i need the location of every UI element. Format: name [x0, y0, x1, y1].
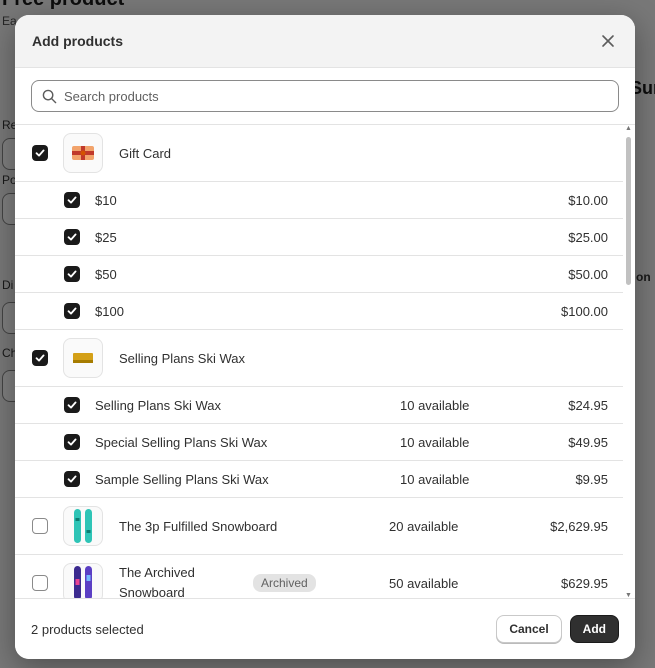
variant-title: $50	[95, 266, 117, 282]
search-bar	[15, 68, 635, 125]
product-checkbox[interactable]	[32, 145, 48, 161]
snowboard-thumbnail	[63, 506, 103, 546]
search-box[interactable]	[31, 80, 619, 112]
product-price: $2,629.95	[550, 518, 608, 534]
variant-title: Special Selling Plans Ski Wax	[95, 434, 268, 450]
variant-checkbox[interactable]	[64, 192, 80, 208]
variant-title: $100	[95, 303, 124, 319]
variant-checkbox[interactable]	[64, 303, 80, 319]
scroll-up-icon[interactable]: ▲	[625, 125, 632, 132]
variant-row[interactable]: Selling Plans Ski Wax 10 available $24.9…	[15, 387, 623, 424]
checkmark-icon	[35, 149, 45, 157]
ski-wax-thumbnail	[63, 338, 103, 378]
selected-count: 2 products selected	[31, 621, 144, 637]
add-products-modal: Add products Gift Card $10 $10.00	[15, 15, 635, 659]
product-checkbox[interactable]	[32, 518, 48, 534]
add-button[interactable]: Add	[569, 615, 619, 643]
variant-availability: 10 available	[400, 471, 470, 487]
variant-availability: 10 available	[400, 397, 470, 413]
variant-checkbox[interactable]	[64, 434, 80, 450]
variant-checkbox[interactable]	[64, 471, 80, 487]
close-button[interactable]	[598, 31, 618, 51]
product-price: $629.95	[561, 575, 608, 591]
product-title: The Archived Snowboard	[119, 565, 195, 599]
variant-price: $49.95	[568, 434, 608, 450]
variant-row[interactable]: $10 $10.00	[15, 182, 623, 219]
archived-badge: Archived	[253, 574, 316, 592]
modal-header: Add products	[15, 15, 635, 68]
variant-price: $24.95	[568, 397, 608, 413]
variant-price: $10.00	[568, 192, 608, 208]
variant-title: $25	[95, 229, 117, 245]
gift-card-thumbnail	[63, 133, 103, 173]
scrollbar-thumb[interactable]	[626, 137, 631, 285]
variant-checkbox[interactable]	[64, 397, 80, 413]
variant-availability: 10 available	[400, 434, 470, 450]
search-icon	[42, 89, 57, 103]
checkmark-icon	[67, 475, 77, 483]
variant-title: Selling Plans Ski Wax	[95, 397, 221, 413]
product-availability: 20 available	[389, 518, 459, 534]
product-title: Gift Card	[119, 145, 172, 161]
snowboard-teal-image	[74, 509, 92, 543]
checkmark-icon	[67, 307, 77, 315]
variant-checkbox[interactable]	[64, 266, 80, 282]
product-list: Gift Card $10 $10.00 $25 $25.00 $50 $50.…	[15, 125, 623, 599]
variant-price: $50.00	[568, 266, 608, 282]
checkmark-icon	[67, 270, 77, 278]
modal-title: Add products	[32, 33, 123, 49]
variant-row[interactable]: Sample Selling Plans Ski Wax 10 availabl…	[15, 461, 623, 498]
product-row[interactable]: Selling Plans Ski Wax	[15, 330, 623, 387]
variant-row[interactable]: $50 $50.00	[15, 256, 623, 293]
snowboard-thumbnail	[63, 563, 103, 599]
product-row[interactable]: Gift Card	[15, 125, 623, 182]
variant-checkbox[interactable]	[64, 229, 80, 245]
product-availability: 50 available	[389, 575, 459, 591]
list-scrollbar[interactable]: ▲ ▼	[624, 125, 633, 599]
cancel-button[interactable]: Cancel	[496, 615, 562, 643]
variant-row[interactable]: $25 $25.00	[15, 219, 623, 256]
variant-price: $25.00	[568, 229, 608, 245]
variant-row[interactable]: $100 $100.00	[15, 293, 623, 330]
product-checkbox[interactable]	[32, 350, 48, 366]
gift-card-image	[72, 146, 94, 160]
variant-title: $10	[95, 192, 117, 208]
checkmark-icon	[67, 401, 77, 409]
variant-price: $100.00	[561, 303, 608, 319]
product-row[interactable]: The Archived Snowboard Archived 50 avail…	[15, 555, 623, 599]
product-checkbox[interactable]	[32, 575, 48, 591]
ski-wax-image	[73, 353, 93, 363]
variant-price: $9.95	[575, 471, 608, 487]
checkmark-icon	[67, 196, 77, 204]
variant-title: Sample Selling Plans Ski Wax	[95, 471, 269, 487]
checkmark-icon	[67, 233, 77, 241]
product-row[interactable]: The 3p Fulfilled Snowboard 20 available …	[15, 498, 623, 555]
snowboard-purple-image	[74, 566, 92, 599]
variant-row[interactable]: Special Selling Plans Ski Wax 10 availab…	[15, 424, 623, 461]
search-input[interactable]	[64, 88, 608, 104]
product-title: The 3p Fulfilled Snowboard	[119, 518, 278, 534]
checkmark-icon	[67, 438, 77, 446]
checkmark-icon	[35, 354, 45, 362]
product-title: Selling Plans Ski Wax	[119, 350, 245, 366]
modal-footer: 2 products selected Cancel Add	[15, 598, 635, 659]
close-icon	[602, 35, 614, 47]
